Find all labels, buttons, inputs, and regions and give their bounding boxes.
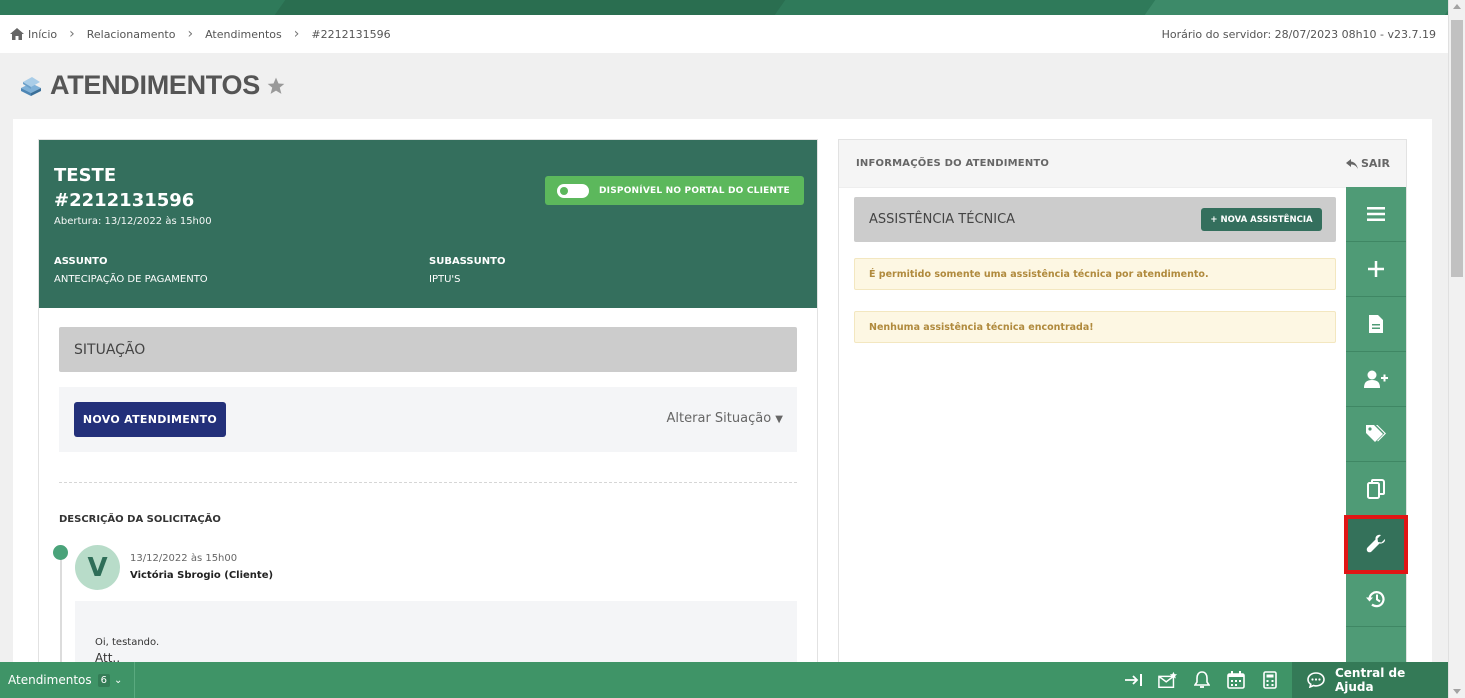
add-user-icon [1364, 370, 1388, 388]
exit-button[interactable]: SAIR [1346, 157, 1390, 170]
scroll-down-arrow[interactable] [1453, 689, 1461, 694]
description-label: DESCRIÇÃO DA SOLICITAÇÃO [59, 514, 221, 525]
calendar-button[interactable] [1226, 671, 1246, 689]
empty-alert: Nenhuma assistência técnica encontrada! [854, 311, 1336, 343]
plus-icon [1368, 261, 1384, 277]
new-assistance-button[interactable]: + NOVA ASSISTÊNCIA [1201, 208, 1322, 231]
menu-button[interactable] [1346, 187, 1406, 242]
message-author: Victória Sbrogio (Cliente) [130, 570, 274, 581]
server-time: Horário do servidor: 28/07/2023 08h10 - … [1161, 28, 1436, 41]
add-user-button[interactable] [1346, 352, 1406, 407]
bottom-icons [1124, 671, 1280, 689]
situation-actions: NOVO ATENDIMENTO Alterar Situação ▼ [59, 387, 797, 452]
calendar-icon [1227, 671, 1245, 689]
chevron-right-icon: › [293, 26, 300, 42]
assistance-header: ASSISTÊNCIA TÉCNICA + NOVA ASSISTÊNCIA [854, 197, 1336, 242]
add-button[interactable] [1346, 242, 1406, 297]
mail-star-icon [1158, 671, 1178, 688]
page-title: ATENDIMENTOS [50, 70, 260, 100]
subject-label: ASSUNTO [54, 256, 108, 267]
chevron-down-icon[interactable]: ⌄ [114, 675, 122, 686]
subsubject-label: SUBASSUNTO [429, 256, 506, 267]
info-panel: INFORMAÇÕES DO ATENDIMENTO SAIR ASSISTÊN… [838, 139, 1407, 679]
technical-assistance-button[interactable] [1344, 515, 1408, 574]
timeline-dot [53, 545, 68, 560]
portal-toggle-button[interactable]: DISPONÍVEL NO PORTAL DO CLIENTE [545, 176, 804, 205]
bottom-bar: Atendimentos 6 ⌄ Central de Ajuda [0, 662, 1448, 698]
star-icon[interactable] [266, 76, 286, 96]
assistance-title: ASSISTÊNCIA TÉCNICA [869, 212, 1016, 227]
tags-button[interactable] [1346, 407, 1406, 462]
stack-icon [21, 76, 41, 96]
scroll-thumb[interactable] [1451, 20, 1463, 277]
history-icon [1366, 591, 1385, 608]
arrow-to-right-icon [1125, 674, 1142, 686]
tickets-count-badge: 6 [97, 673, 110, 687]
breadcrumb-item[interactable]: Atendimentos [205, 28, 282, 41]
menu-icon [1367, 207, 1385, 221]
chat-icon [1307, 672, 1325, 688]
message-line: Oi, testando. [95, 637, 160, 648]
copy-button[interactable] [1346, 462, 1406, 517]
info-panel-title: INFORMAÇÕES DO ATENDIMENTO [856, 158, 1050, 169]
logout-button[interactable] [1124, 671, 1144, 689]
help-center-label: Central de Ajuda [1334, 666, 1406, 694]
ticket-opened: Abertura: 13/12/2022 às 15h00 [54, 216, 212, 227]
ticket-panel: TESTE #2212131596 Abertura: 13/12/2022 à… [38, 139, 818, 679]
document-icon [1369, 315, 1383, 333]
breadcrumb-bar: Início › Relacionamento › Atendimentos › #2… [0, 15, 1448, 53]
wrench-icon [1366, 534, 1386, 553]
chevron-right-icon: › [69, 26, 75, 42]
side-toolbar [1344, 187, 1408, 662]
notifications-button[interactable] [1192, 671, 1212, 689]
home-icon [10, 28, 24, 40]
change-situation-dropdown[interactable]: Alterar Situação ▼ [667, 411, 783, 426]
page-title-row: ATENDIMENTOS [18, 70, 286, 101]
copy-icon [1367, 479, 1385, 499]
mail-button[interactable] [1158, 671, 1178, 689]
exit-label: SAIR [1361, 157, 1390, 170]
scroll-up-arrow[interactable] [1453, 4, 1461, 9]
ticket-name: TESTE [54, 165, 117, 186]
bell-icon [1194, 671, 1210, 688]
subject-value: ANTECIPAÇÃO DE PAGAMENTO [54, 274, 208, 285]
calculator-button[interactable] [1260, 671, 1280, 689]
ticket-header: TESTE #2212131596 Abertura: 13/12/2022 à… [39, 140, 817, 308]
warning-alert: É permitido somente uma assistência técn… [854, 258, 1336, 290]
breadcrumb-item: #2212131596 [311, 27, 391, 41]
new-ticket-button[interactable]: NOVO ATENDIMENTO [74, 402, 226, 437]
portal-label: DISPONÍVEL NO PORTAL DO CLIENTE [599, 185, 790, 196]
tickets-menu[interactable]: Atendimentos [8, 673, 92, 687]
chevron-right-icon: › [187, 26, 194, 42]
caret-down-icon: ▼ [775, 414, 783, 425]
help-center-button[interactable]: Central de Ajuda [1292, 662, 1448, 698]
timeline-line [60, 553, 62, 678]
divider [59, 482, 797, 483]
breadcrumb-item: Início [28, 27, 58, 41]
tags-icon [1366, 425, 1386, 442]
info-panel-header: INFORMAÇÕES DO ATENDIMENTO SAIR [839, 140, 1406, 188]
toggle-switch[interactable] [557, 183, 589, 198]
avatar: V [75, 545, 120, 590]
history-button[interactable] [1346, 572, 1406, 627]
top-band [0, 0, 1448, 15]
message-date: 13/12/2022 às 15h00 [130, 553, 238, 564]
calculator-icon [1263, 671, 1277, 689]
vertical-scrollbar[interactable] [1448, 0, 1465, 698]
breadcrumb-item[interactable]: Relacionamento [87, 28, 176, 41]
document-button[interactable] [1346, 297, 1406, 352]
reply-icon [1346, 158, 1358, 169]
situation-title: SITUAÇÃO [74, 341, 146, 358]
divider [134, 662, 135, 698]
ticket-number: #2212131596 [54, 190, 195, 211]
change-situation-label: Alterar Situação [666, 411, 772, 426]
situation-header: SITUAÇÃO [59, 327, 797, 372]
breadcrumb-home[interactable]: Início [10, 28, 57, 41]
subsubject-value: IPTU'S [429, 274, 461, 285]
